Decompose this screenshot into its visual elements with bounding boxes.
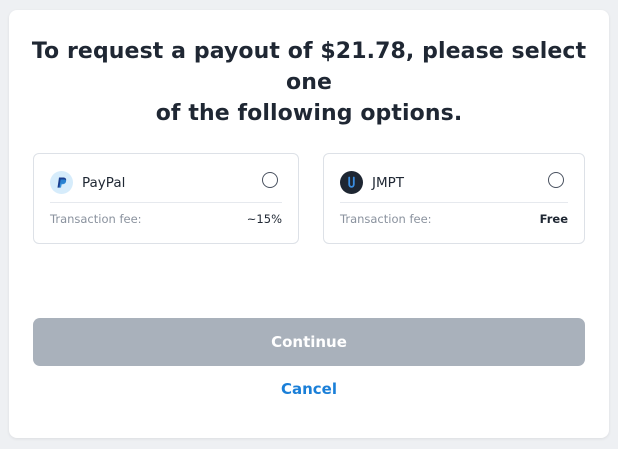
jmpt-radio[interactable] <box>548 172 564 188</box>
paypal-radio[interactable] <box>262 172 278 188</box>
dialog-title-line-2: of the following options. <box>155 101 463 126</box>
paypal-icon <box>50 171 73 194</box>
dialog-title: To request a payout of $21.78, please se… <box>9 36 609 129</box>
payout-option-jmpt[interactable]: JMPT Transaction fee: Free <box>323 153 585 244</box>
transaction-fee-value: ~15% <box>246 212 282 226</box>
dialog-title-line-1: To request a payout of $21.78, please se… <box>31 39 587 95</box>
transaction-fee-label: Transaction fee: <box>340 212 432 226</box>
transaction-fee-label: Transaction fee: <box>50 212 142 226</box>
payout-option-name: JMPT <box>372 175 405 191</box>
payout-option-name: PayPal <box>82 175 126 191</box>
payout-dialog: To request a payout of $21.78, please se… <box>9 10 609 438</box>
payout-option-paypal[interactable]: PayPal Transaction fee: ~15% <box>33 153 299 244</box>
continue-button[interactable]: Continue <box>33 318 585 366</box>
jmpt-icon <box>340 171 363 194</box>
transaction-fee-value: Free <box>539 212 568 226</box>
cancel-link[interactable]: Cancel <box>9 380 609 398</box>
divider <box>50 202 282 203</box>
divider <box>340 202 568 203</box>
